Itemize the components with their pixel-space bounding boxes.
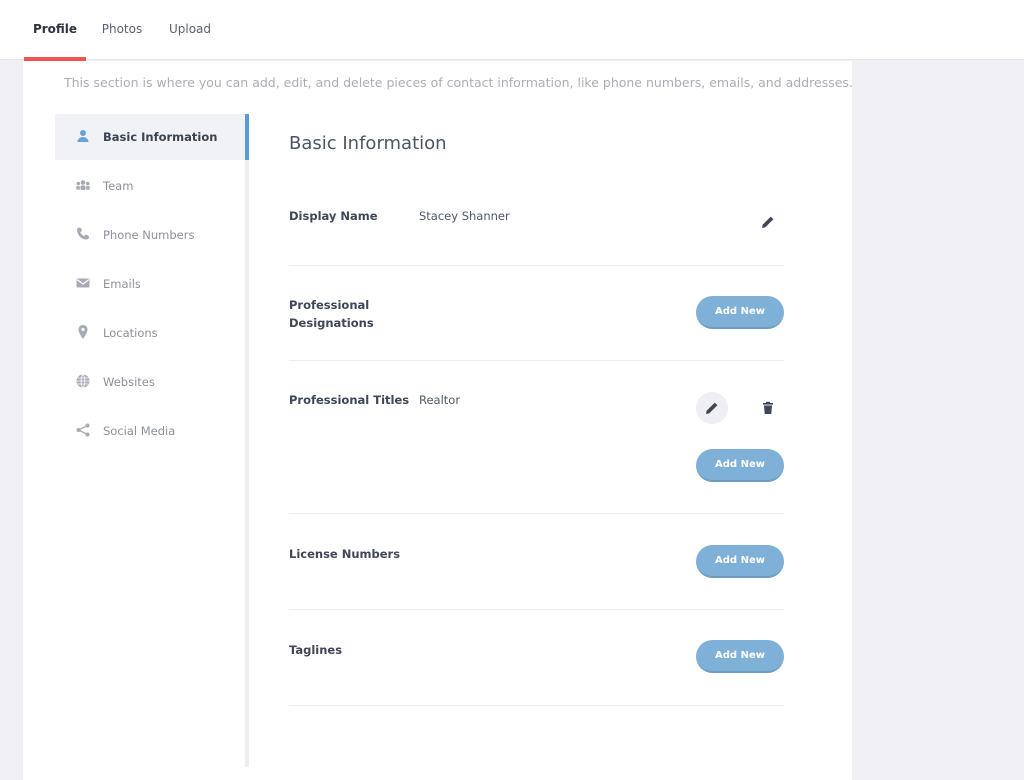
sidebar-item-label: Locations <box>103 326 158 340</box>
pencil-icon <box>762 216 774 228</box>
divider <box>289 360 784 361</box>
envelope-icon <box>75 275 91 291</box>
sidebar-item-label: Phone Numbers <box>103 228 195 242</box>
location-pin-icon <box>75 324 91 340</box>
person-icon <box>75 128 91 144</box>
globe-icon <box>75 373 91 389</box>
edit-display-name-button[interactable] <box>752 206 784 238</box>
display-name-value: Stacey Shanner <box>419 209 510 223</box>
edit-title-button[interactable] <box>696 392 728 424</box>
add-designation-button[interactable]: Add New <box>696 296 784 329</box>
sidebar-item-emails[interactable]: Emails <box>55 261 245 307</box>
professional-titles-label: Professional Titles <box>289 393 410 407</box>
sidebar-item-label: Basic Information <box>103 130 218 144</box>
tab-photos[interactable]: Photos <box>94 0 150 60</box>
tab-profile[interactable]: Profile <box>24 0 86 61</box>
section-title: Basic Information <box>289 133 447 154</box>
professional-designations-label: Professional Designations <box>289 298 374 330</box>
sidebar-item-label: Social Media <box>103 424 176 438</box>
team-icon <box>75 177 91 193</box>
delete-title-button[interactable] <box>752 392 784 424</box>
add-license-button[interactable]: Add New <box>696 545 784 578</box>
add-tagline-button[interactable]: Add New <box>696 640 784 673</box>
sidebar-item-basic-information[interactable]: Basic Information <box>55 114 249 160</box>
trash-icon <box>763 401 773 414</box>
add-title-button[interactable]: Add New <box>696 449 784 482</box>
intro-text: This section is where you can add, edit,… <box>64 75 853 90</box>
display-name-label: Display Name <box>289 209 378 223</box>
sidebar-item-websites[interactable]: Websites <box>55 359 245 405</box>
sidebar: Basic Information Team Phone Numbers Ema… <box>55 114 249 767</box>
sidebar-item-social-media[interactable]: Social Media <box>55 408 245 454</box>
license-numbers-label: License Numbers <box>289 547 401 561</box>
sidebar-item-phone-numbers[interactable]: Phone Numbers <box>55 212 245 258</box>
share-icon <box>75 422 91 438</box>
divider <box>289 609 784 610</box>
sidebar-item-label: Team <box>103 179 134 193</box>
sidebar-item-team[interactable]: Team <box>55 163 245 209</box>
sidebar-item-label: Emails <box>103 277 141 291</box>
pencil-icon <box>706 402 718 414</box>
taglines-label: Taglines <box>289 643 343 657</box>
divider <box>289 265 784 266</box>
tab-upload[interactable]: Upload <box>160 0 220 60</box>
profile-card: This section is where you can add, edit,… <box>23 61 853 780</box>
top-nav: Profile Photos Upload <box>0 0 1024 61</box>
divider <box>289 513 784 514</box>
sidebar-item-label: Websites <box>103 375 155 389</box>
phone-icon <box>75 226 91 242</box>
professional-title-value: Realtor <box>419 393 461 407</box>
sidebar-item-locations[interactable]: Locations <box>55 310 245 356</box>
divider <box>289 705 784 706</box>
